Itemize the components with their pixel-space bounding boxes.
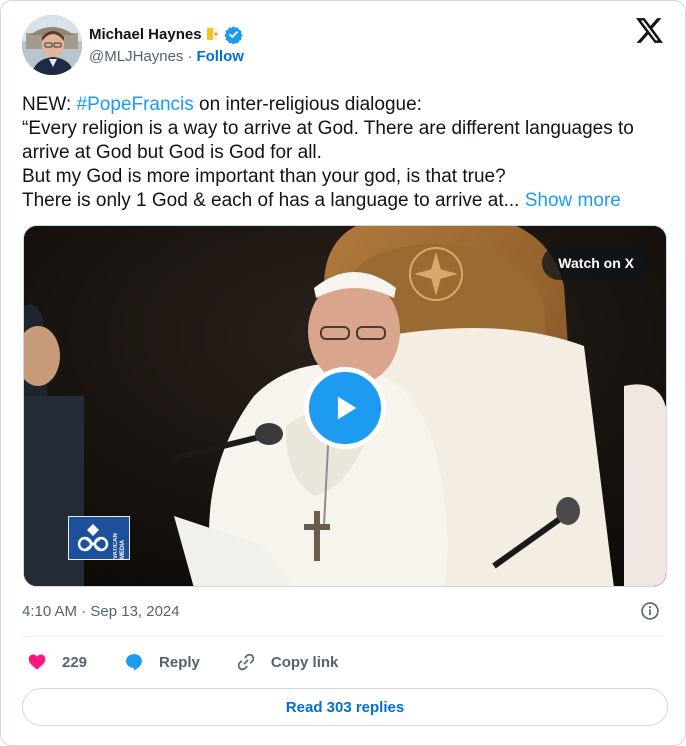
info-icon[interactable] [640, 601, 660, 621]
video-player[interactable]: VATICAN MEDIA Watch on X [23, 225, 667, 587]
flag-icon [206, 27, 219, 42]
verified-badge-icon [223, 25, 243, 45]
link-icon [237, 653, 255, 671]
author-name[interactable]: Michael Haynes [89, 26, 202, 43]
divider [22, 636, 664, 637]
hashtag-link[interactable]: #PopeFrancis [77, 94, 194, 115]
vatican-media-logo: VATICAN MEDIA [68, 516, 130, 560]
author-handle[interactable]: @MLJHaynes [89, 48, 183, 65]
reply-bubble-icon [126, 654, 142, 671]
like-button[interactable]: 229 [27, 652, 87, 672]
reply-button[interactable]: Reply [124, 652, 200, 672]
tweet-line1-rest: on inter-religious dialogue: [193, 94, 422, 115]
show-more-link[interactable]: Show more [525, 190, 621, 211]
like-count: 229 [62, 653, 88, 671]
tweet-card: Michael Haynes @MLJHaynes · Follow NEW: #P… [0, 0, 686, 746]
separator-dot: · [187, 48, 193, 65]
logo-text-vatican: VATICAN [113, 533, 119, 559]
avatar[interactable] [22, 15, 82, 75]
tweet-text: NEW: #PopeFrancis on inter-religious dia… [22, 93, 672, 213]
copy-link-button[interactable]: Copy link [236, 652, 339, 672]
x-logo-icon[interactable] [636, 18, 663, 43]
handle-row: @MLJHaynes · Follow [89, 48, 244, 65]
logo-text-media: MEDIA [120, 539, 126, 559]
copy-link-label: Copy link [270, 653, 339, 671]
follow-button[interactable]: Follow [196, 48, 244, 65]
read-replies-button[interactable]: Read 303 replies [22, 688, 668, 726]
play-icon [337, 396, 357, 420]
heart-icon [28, 654, 46, 670]
reply-label: Reply [159, 653, 200, 671]
play-button[interactable] [304, 367, 386, 449]
timestamp[interactable]: 4:10 AM · Sep 13, 2024 [22, 603, 180, 620]
tweet-prefix: NEW: [22, 94, 77, 115]
action-bar: 229 Reply Copy link [27, 650, 338, 674]
watch-on-x-button[interactable]: Watch on X [542, 246, 650, 280]
